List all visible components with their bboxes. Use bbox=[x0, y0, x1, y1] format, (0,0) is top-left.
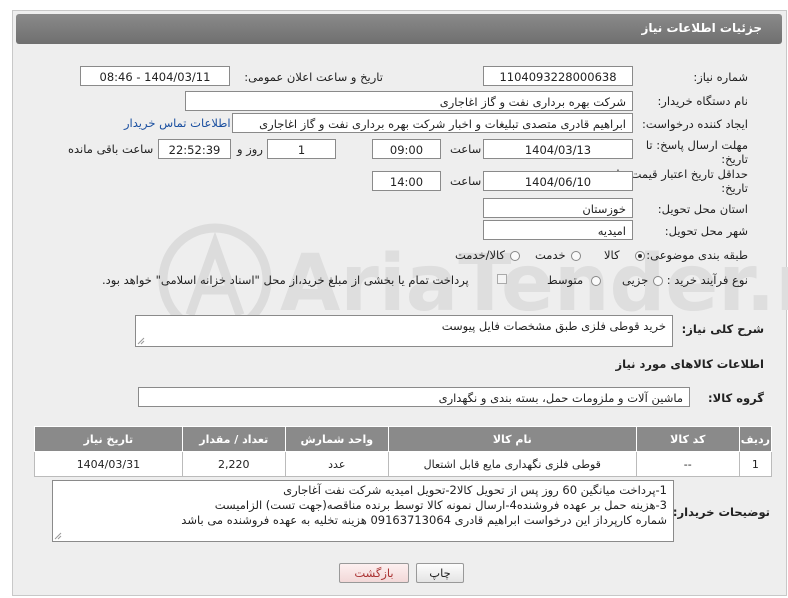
announce-datetime-label: تاریخ و ساعت اعلان عمومی: bbox=[244, 70, 383, 84]
resize-handle-icon[interactable] bbox=[54, 532, 62, 540]
category-radio-goods[interactable] bbox=[635, 251, 645, 261]
col-qty: تعداد / مقدار bbox=[181, 426, 286, 452]
goods-group-label: گروه کالا: bbox=[708, 391, 764, 405]
buyer-org-field[interactable]: شرکت بهره برداری نفت و گاز اغاجاری bbox=[185, 91, 633, 111]
general-desc-field[interactable]: خرید قوطی فلزی طبق مشخصات فایل پیوست bbox=[135, 315, 673, 347]
reply-deadline-days[interactable]: 1 bbox=[267, 139, 336, 159]
goods-group-field[interactable]: ماشین آلات و ملزومات حمل، بسته بندی و نگ… bbox=[138, 387, 690, 407]
cell-date: 1404/03/31 bbox=[34, 451, 183, 477]
reply-deadline-time-label: ساعت bbox=[450, 142, 482, 156]
general-desc-text: خرید قوطی فلزی طبق مشخصات فایل پیوست bbox=[441, 319, 666, 333]
col-row: ردیف bbox=[738, 426, 773, 452]
resize-handle-icon[interactable] bbox=[137, 337, 145, 345]
cell-code: -- bbox=[635, 451, 740, 477]
col-code: کد کالا bbox=[635, 426, 740, 452]
process-option-medium: متوسط bbox=[547, 273, 584, 287]
reply-deadline-time[interactable]: 09:00 bbox=[372, 139, 441, 159]
price-validity-time[interactable]: 14:00 bbox=[372, 171, 441, 191]
table-row[interactable]: 1 -- قوطی فلزی نگهداری مایع قابل اشتعال … bbox=[34, 451, 773, 477]
remaining-time: 22:52:39 bbox=[158, 139, 231, 159]
city-label: شهر محل تحویل: bbox=[664, 224, 748, 238]
need-number-label: شماره نیاز: bbox=[693, 70, 748, 84]
category-radio-service[interactable] bbox=[571, 251, 581, 261]
cell-qty: 2,220 bbox=[181, 451, 286, 477]
general-desc-label: شرح کلی نیاز: bbox=[681, 322, 764, 336]
treasury-note: پرداخت تمام یا بخشی از مبلغ خرید،از محل … bbox=[102, 273, 469, 287]
category-radio-both[interactable] bbox=[510, 251, 520, 261]
requester-field[interactable]: ابراهیم قادری متصدی تبلیغات و اخبار شرکت… bbox=[232, 113, 633, 133]
items-table: ردیف کد کالا نام کالا واحد شمارش تعداد /… bbox=[34, 426, 773, 477]
category-label: طبقه بندی موضوعی: bbox=[646, 248, 748, 262]
process-label: نوع فرآیند خرید : bbox=[666, 273, 748, 287]
buyer-notes-line: شماره کارپرداز این درخواست ابراهیم قادری… bbox=[181, 513, 667, 527]
reply-deadline-days-label: روز و bbox=[237, 142, 263, 156]
city-field[interactable]: امیدیه bbox=[483, 220, 633, 240]
buyer-org-label: نام دستگاه خریدار: bbox=[657, 94, 748, 108]
remaining-time-label: ساعت باقی مانده bbox=[68, 142, 154, 156]
category-option-service: خدمت bbox=[535, 248, 566, 262]
cell-row: 1 bbox=[738, 451, 773, 477]
process-radio-minor[interactable] bbox=[653, 276, 663, 286]
category-option-both: کالا/خدمت bbox=[455, 248, 506, 262]
goods-section-title: اطلاعات کالاهای مورد نیاز bbox=[615, 357, 764, 371]
cell-name: قوطی فلزی نگهداری مایع قابل اشتعال bbox=[387, 451, 637, 477]
items-table-header: ردیف کد کالا نام کالا واحد شمارش تعداد /… bbox=[34, 426, 773, 452]
buyer-notes-field[interactable]: 1-پرداخت میانگین 60 روز پس از تحویل کالا… bbox=[52, 480, 674, 542]
buyer-contact-link[interactable]: اطلاعات تماس خریدار bbox=[124, 116, 231, 130]
buyer-notes-line: 1-پرداخت میانگین 60 روز پس از تحویل کالا… bbox=[283, 483, 667, 497]
province-field[interactable]: خوزستان bbox=[483, 198, 633, 218]
cell-unit: عدد bbox=[284, 451, 389, 477]
treasury-checkbox[interactable] bbox=[497, 274, 507, 284]
province-label: استان محل تحویل: bbox=[657, 202, 748, 216]
price-validity-time-label: ساعت bbox=[450, 174, 482, 188]
reply-deadline-label: مهلت ارسال پاسخ: تا تاریخ: bbox=[645, 138, 748, 166]
need-number-field[interactable]: 1104093228000638 bbox=[483, 66, 633, 86]
price-validity-date[interactable]: 1404/06/10 bbox=[483, 171, 633, 191]
announce-datetime-field[interactable]: 1404/03/11 - 08:46 bbox=[80, 66, 230, 86]
buyer-notes-label: توضیحات خریدار: bbox=[672, 505, 770, 519]
reply-deadline-date[interactable]: 1404/03/13 bbox=[483, 139, 633, 159]
process-radio-medium[interactable] bbox=[591, 276, 601, 286]
col-unit: واحد شمارش bbox=[284, 426, 389, 452]
col-date: تاریخ نیاز bbox=[34, 426, 183, 452]
process-option-minor: جزیی bbox=[622, 273, 649, 287]
back-button[interactable]: بازگشت bbox=[339, 563, 409, 583]
title-bar: جزئیات اطلاعات نیاز bbox=[16, 14, 782, 44]
col-name: نام کالا bbox=[387, 426, 637, 452]
print-button[interactable]: چاپ bbox=[416, 563, 464, 583]
requester-label: ایجاد کننده درخواست: bbox=[642, 117, 748, 131]
category-option-goods: کالا bbox=[604, 248, 620, 262]
page-title: جزئیات اطلاعات نیاز bbox=[641, 21, 762, 35]
buyer-notes-line: 3-هزینه حمل بر عهده فروشنده4-ارسال نمونه… bbox=[214, 498, 667, 512]
